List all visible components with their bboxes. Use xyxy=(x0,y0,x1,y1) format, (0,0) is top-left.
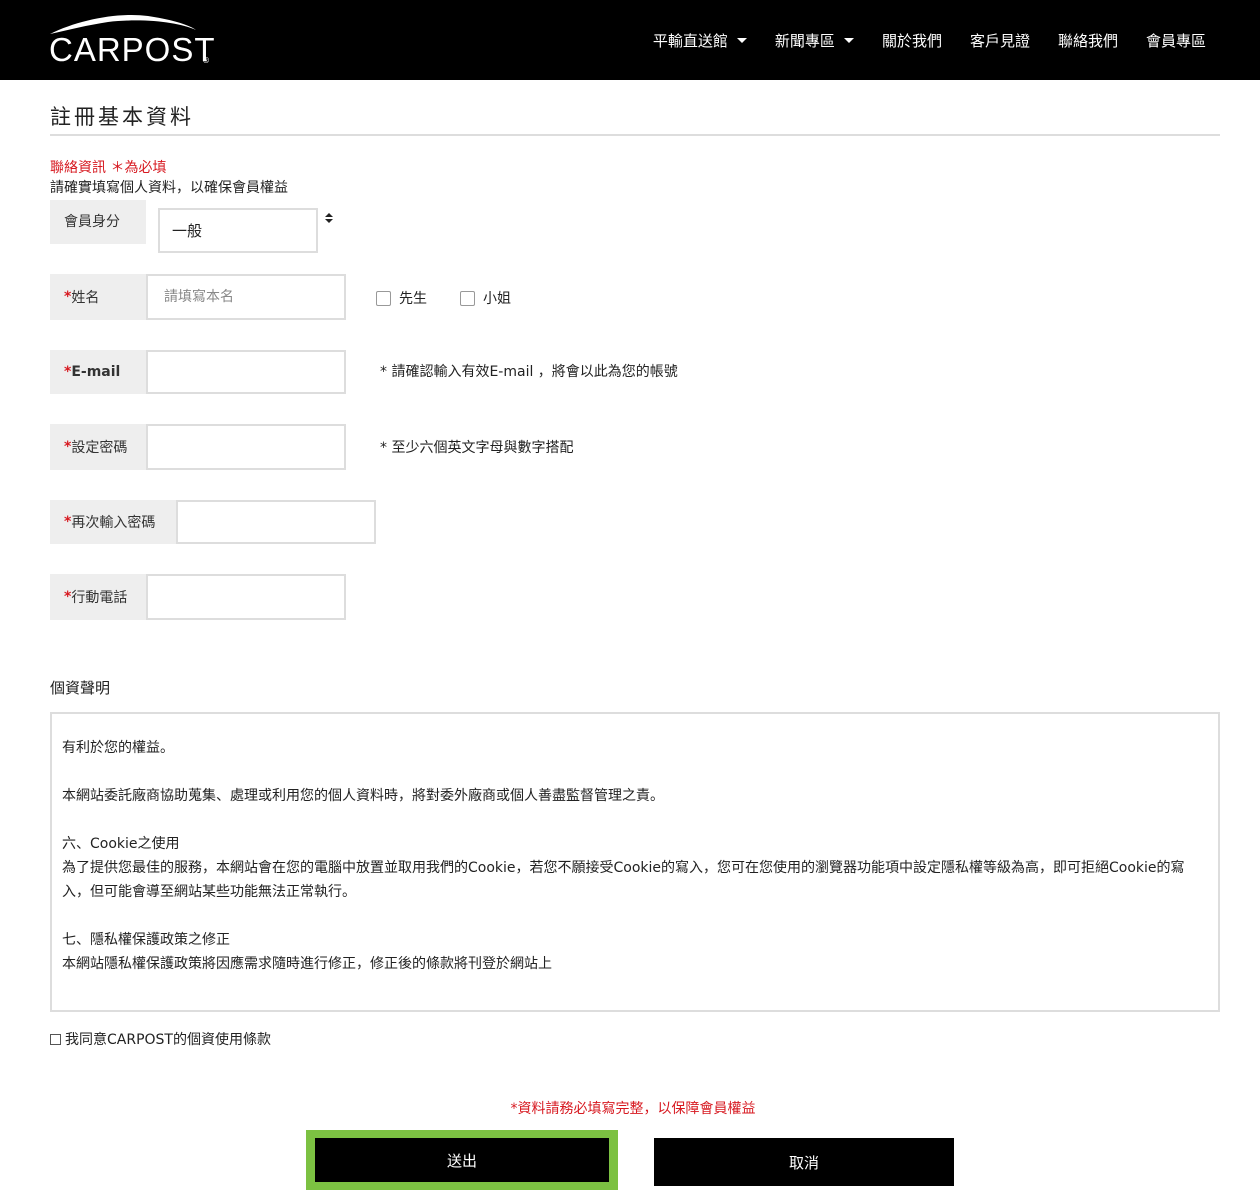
menu-item-label: 客戶見證 xyxy=(969,31,1030,50)
menu-item-label: 聯絡我們 xyxy=(1057,31,1118,50)
mr-checkbox[interactable] xyxy=(376,290,391,306)
submit-button[interactable]: 送出 xyxy=(315,1138,609,1182)
caret-down-icon xyxy=(736,37,747,43)
agree-terms[interactable]: 我同意CARPOST的個資使用條款 xyxy=(50,1029,271,1049)
member-type-label-text: 會員身分 xyxy=(64,214,120,230)
menu-item-news[interactable]: 新聞專區 xyxy=(775,30,854,51)
privacy-line: 本網站隱私權保護政策將因應需求隨時進行修正，修正後的條款將刊登於網站上 xyxy=(62,956,552,972)
email-label: * E-mail xyxy=(50,350,146,394)
password-label-text: 設定密碼 xyxy=(71,440,128,456)
required-star: * xyxy=(64,439,72,455)
menu-item-imports[interactable]: 平輸直送館 xyxy=(653,30,747,51)
mr-option[interactable]: 先生 xyxy=(376,288,427,308)
menu-item-label: 平輸直送館 xyxy=(652,31,728,50)
privacy-paragraph: 本網站委託廠商協助蒐集、處理或利用您的個人資料時，將對委外廠商或個人善盡監督管理… xyxy=(62,784,1208,808)
privacy-paragraph: 七、隱私權保護政策之修正本網站隱私權保護政策將因應需求隨時進行修正，修正後的條款… xyxy=(62,928,1208,976)
privacy-line: 六、Cookie之使用 xyxy=(62,836,180,852)
privacy-line: 本網站委託廠商協助蒐集、處理或利用您的個人資料時，將對委外廠商或個人善盡監督管理… xyxy=(62,788,664,804)
menu-item-label: 新聞專區 xyxy=(774,31,835,50)
select-arrows-icon[interactable] xyxy=(325,213,335,227)
member-type-label: 會員身分 xyxy=(50,200,146,244)
required-note: 聯絡資訊 ＊為必填 xyxy=(50,160,167,176)
privacy-line: 為了提供您最佳的服務，本網站會在您的電腦中放置並取用我們的Cookie，若您不願… xyxy=(62,860,1185,900)
password-input[interactable] xyxy=(146,424,346,470)
ms-option[interactable]: 小姐 xyxy=(460,288,511,308)
logo-registered-mark: ® xyxy=(202,56,210,65)
password-hint: * 至少六個英文字母與數字搭配 xyxy=(380,440,574,456)
name-label-text: 姓名 xyxy=(71,290,100,306)
password-confirm-label: * 再次輸入密碼 xyxy=(50,500,176,544)
privacy-line: 七、隱私權保護政策之修正 xyxy=(62,932,230,948)
cancel-button-wrap: 取消 xyxy=(654,1138,954,1186)
menu-item-label: 會員專區 xyxy=(1145,31,1206,50)
ms-label: 小姐 xyxy=(483,291,511,307)
agree-checkbox[interactable] xyxy=(50,1033,61,1045)
ms-checkbox[interactable] xyxy=(460,290,475,306)
main-menu: 平輸直送館 新聞專區 關於我們 客戶見證 聯絡我們 會員專區 xyxy=(625,0,1206,80)
footer-required-note: *資料請務必填寫完整，以保障會員權益 xyxy=(0,1098,1260,1118)
name-label: * 姓名 xyxy=(50,274,146,320)
mobile-label: * 行動電話 xyxy=(50,574,146,620)
logo-text: CARPOST xyxy=(49,31,216,68)
email-label-text: E-mail xyxy=(71,364,121,380)
name-input[interactable] xyxy=(146,274,346,320)
footer-note-text: *資料請務必填寫完整，以保障會員權益 xyxy=(510,1101,756,1117)
email-hint: * 請確認輸入有效E-mail ，將會以此為您的帳號 xyxy=(380,364,678,380)
menu-item-label: 關於我們 xyxy=(881,31,942,50)
menu-item-members[interactable]: 會員專區 xyxy=(1146,30,1206,51)
cancel-button[interactable]: 取消 xyxy=(654,1138,954,1186)
member-type-value: 一般 xyxy=(172,222,203,240)
agree-label: 我同意CARPOST的個資使用條款 xyxy=(65,1032,271,1048)
required-star: * xyxy=(64,589,72,605)
privacy-paragraph: 有利於您的權益。 xyxy=(62,736,1208,760)
email-input[interactable] xyxy=(146,350,346,394)
caret-down-icon xyxy=(843,37,854,43)
privacy-line: 有利於您的權益。 xyxy=(62,740,174,756)
top-navbar: CARPOST ® 平輸直送館 新聞專區 關於我們 客戶見證 聯絡我們 會員專區 xyxy=(0,0,1260,80)
title-divider xyxy=(50,134,1220,136)
password-confirm-label-text: 再次輸入密碼 xyxy=(71,515,156,531)
required-star: * xyxy=(64,514,72,530)
privacy-terms-scrollbox[interactable]: 有利於您的權益。 本網站委託廠商協助蒐集、處理或利用您的個人資料時，將對委外廠商… xyxy=(50,712,1220,1012)
page-title: 註冊基本資料 xyxy=(50,105,194,129)
member-type-select[interactable]: 一般 xyxy=(158,208,318,253)
privacy-title: 個資聲明 xyxy=(50,679,111,697)
mobile-label-text: 行動電話 xyxy=(71,590,128,606)
carpost-logo[interactable]: CARPOST ® xyxy=(48,10,218,72)
menu-item-about[interactable]: 關於我們 xyxy=(882,30,942,51)
password-confirm-input[interactable] xyxy=(176,500,376,544)
required-star: * xyxy=(64,364,72,380)
required-star: * xyxy=(64,289,72,305)
submit-button-focus-ring: 送出 xyxy=(306,1130,618,1190)
mr-label: 先生 xyxy=(399,291,427,307)
password-label: * 設定密碼 xyxy=(50,424,146,470)
mobile-input[interactable] xyxy=(146,574,346,620)
privacy-paragraph: 六、Cookie之使用為了提供您最佳的服務，本網站會在您的電腦中放置並取用我們的… xyxy=(62,832,1208,904)
menu-item-testimonials[interactable]: 客戶見證 xyxy=(970,30,1030,51)
menu-item-contact[interactable]: 聯絡我們 xyxy=(1058,30,1118,51)
contact-instruction: 請確實填寫個人資料，以確保會員權益 xyxy=(50,180,288,196)
